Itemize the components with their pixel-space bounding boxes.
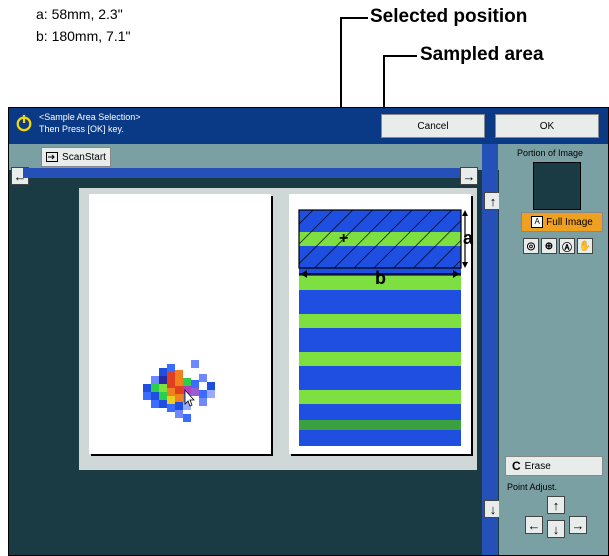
image-thumbnail	[533, 162, 581, 210]
point-up-button[interactable]: ↑	[547, 496, 565, 514]
sampled-area-box[interactable]	[298, 209, 462, 269]
right-page-preview: +	[289, 194, 471, 454]
zoom-a-icon: Ⓐ	[562, 242, 572, 254]
down-arrow-icon: ↓	[552, 521, 560, 537]
portion-of-image-label: Portion of Image	[517, 148, 584, 158]
right-arrow-icon: →	[462, 168, 476, 184]
zoom-in-button[interactable]: ⊕	[541, 238, 557, 254]
note-b: b: 180mm, 7.1"	[36, 28, 131, 44]
up-arrow-icon: ↑	[552, 497, 560, 513]
zoom-a-button[interactable]: Ⓐ	[559, 238, 575, 254]
callout-sampled-area: Sampled area	[420, 44, 544, 65]
title-line-2: Then Press [OK] key.	[39, 124, 124, 134]
title-line-1: <Sample Area Selection>	[39, 112, 141, 122]
up-arrow-icon: ↑	[489, 193, 497, 209]
zoom-in-icon: ⊕	[544, 240, 554, 252]
point-adjust-label: Point Adjust.	[507, 482, 558, 492]
erase-button[interactable]: C Erase	[505, 456, 603, 476]
point-right-button[interactable]: →	[569, 516, 587, 534]
erase-icon: C	[512, 459, 521, 473]
zoom-hand-icon: ✋	[578, 240, 592, 252]
scanstart-icon	[46, 152, 59, 162]
fish-picture	[143, 360, 215, 422]
point-left-button[interactable]: ←	[525, 516, 543, 534]
leader-selected-h	[340, 17, 368, 19]
horizontal-ruler	[23, 168, 478, 178]
title-bar: <Sample Area Selection> Then Press [OK] …	[9, 108, 608, 144]
toolbar: ScanStart ← →	[9, 144, 500, 185]
left-page-preview	[89, 194, 271, 454]
down-arrow-icon: ↓	[489, 501, 497, 517]
selected-position-marker: +	[339, 230, 348, 247]
scanstart-label: ScanStart	[62, 151, 106, 163]
full-image-icon: A	[531, 216, 544, 228]
zoom-out-button[interactable]: ◎	[523, 238, 539, 254]
dimension-label-b: b	[375, 268, 386, 288]
ok-button[interactable]: OK	[495, 114, 599, 138]
cancel-button[interactable]: Cancel	[381, 114, 485, 138]
zoom-out-icon: ◎	[526, 240, 536, 252]
right-panel: Portion of Image A Full Image ◎ ⊕ Ⓐ ✋ C …	[499, 144, 608, 555]
full-image-label: Full Image	[546, 216, 593, 228]
leader-sampled-h	[383, 55, 417, 57]
point-down-button[interactable]: ↓	[547, 520, 565, 538]
stripe-picture: +	[298, 209, 468, 446]
erase-label: Erase	[524, 460, 551, 472]
screen-panel: <Sample Area Selection> Then Press [OK] …	[8, 107, 609, 556]
callout-selected-position: Selected position	[370, 6, 528, 27]
dimension-label-a: a	[463, 228, 474, 248]
zoom-hand-button[interactable]: ✋	[577, 238, 593, 254]
scanstart-button[interactable]: ScanStart	[41, 147, 111, 167]
note-a: a: 58mm, 2.3"	[36, 6, 123, 22]
left-arrow-icon: ←	[527, 517, 541, 533]
right-arrow-icon: →	[571, 517, 585, 533]
scroll-right-button[interactable]: →	[460, 167, 478, 185]
full-image-button[interactable]: A Full Image	[521, 212, 603, 232]
power-icon	[16, 114, 32, 132]
